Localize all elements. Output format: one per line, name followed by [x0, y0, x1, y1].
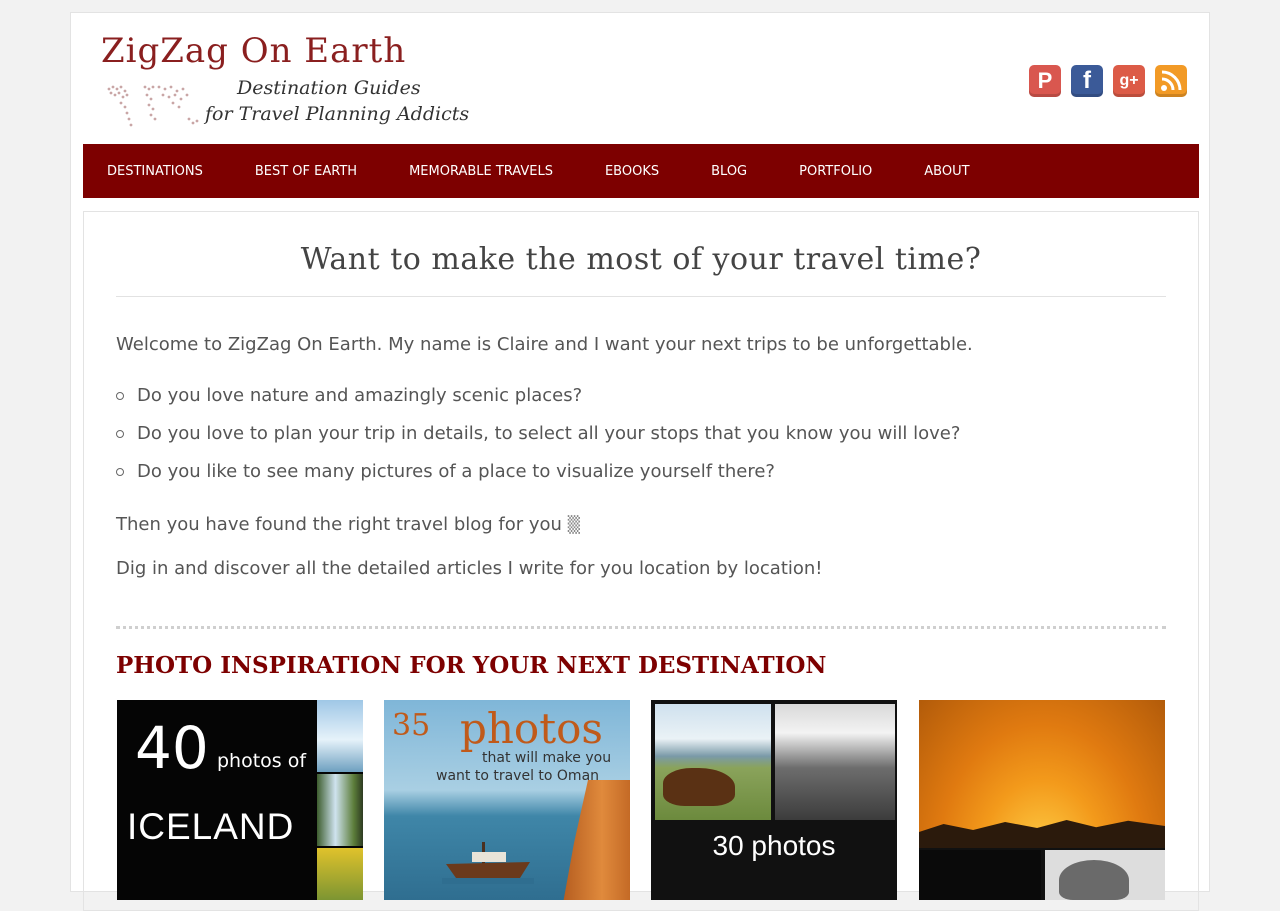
rss-glyph: [1161, 70, 1182, 91]
dark-panel: [919, 850, 1041, 900]
bullet-circle-icon: [116, 392, 124, 400]
thumb-caption: 30 photos: [712, 830, 836, 861]
site-logo[interactable]: ZigZag On Earth Destination Guides for T…: [99, 31, 469, 135]
site-tagline-line1: Destination Guides: [237, 77, 421, 99]
rss-icon[interactable]: [1155, 65, 1187, 97]
site-tagline-line2: for Travel Planning Addicts: [205, 103, 470, 125]
bullet-circle-icon: [116, 430, 124, 438]
thumb-subtitle-1: that will make you: [482, 750, 612, 766]
bullet-circle-icon: [116, 468, 124, 476]
iceberg-image: [317, 700, 363, 772]
pinterest-icon[interactable]: P: [1029, 65, 1061, 97]
list-item-text: Do you love to plan your trip in details…: [137, 423, 961, 444]
site-title: ZigZag On Earth: [101, 31, 407, 71]
thumbnail-sunset[interactable]: [919, 700, 1165, 900]
list-item: Do you like to see many pictures of a pl…: [116, 460, 960, 498]
closing-text-1: Then you have found the right travel blo…: [116, 514, 562, 535]
closing-paragraph-2: Dig in and discover all the detailed art…: [116, 558, 823, 579]
thumb-subtitle-2: want to travel to Oman: [436, 768, 600, 784]
elephant-shape: [1059, 860, 1129, 900]
intro-paragraph: Welcome to ZigZag On Earth. My name is C…: [116, 334, 973, 355]
boat-icon: [442, 842, 534, 884]
smiley-icon: ▒: [567, 515, 580, 534]
horse-image: [663, 768, 735, 806]
title-divider: [116, 296, 1166, 297]
section-title: PHOTO INSPIRATION FOR YOUR NEXT DESTINAT…: [116, 652, 827, 679]
thumbnail-oman[interactable]: 35 photos that will make you want to tra…: [384, 700, 630, 900]
nav-item-blog[interactable]: BLOG: [687, 164, 771, 179]
thumb-big-text: ICELAND: [127, 806, 295, 847]
thumb-number: 35: [392, 708, 431, 743]
thumbnail-iceland[interactable]: 40 photos of ICELAND: [117, 700, 363, 900]
nav-item-memorable-travels[interactable]: MEMORABLE TRAVELS: [385, 164, 577, 179]
nav-item-destinations[interactable]: DESTINATIONS: [83, 164, 227, 179]
list-item-text: Do you love nature and amazingly scenic …: [137, 385, 583, 406]
main-nav: DESTINATIONS BEST OF EARTH MEMORABLE TRA…: [83, 144, 1199, 198]
page-container: ZigZag On Earth Destination Guides for T…: [70, 12, 1210, 911]
thumbnail-mountains[interactable]: 30 photos: [651, 700, 897, 900]
closing-paragraph-1: Then you have found the right travel blo…: [116, 514, 580, 535]
nav-item-about[interactable]: ABOUT: [900, 164, 993, 179]
nav-item-portfolio[interactable]: PORTFOLIO: [775, 164, 896, 179]
page-title: Want to make the most of your travel tim…: [300, 242, 982, 277]
section-divider: [116, 626, 1166, 629]
landscape-image: [317, 848, 363, 900]
mountain-image: [775, 704, 895, 820]
rock-cliff-image: [560, 780, 630, 900]
thumb-small-text: photos of: [217, 750, 307, 772]
list-item: Do you love nature and amazingly scenic …: [116, 384, 960, 422]
google-plus-icon[interactable]: g+: [1113, 65, 1145, 97]
list-item-text: Do you like to see many pictures of a pl…: [137, 461, 775, 482]
social-icons: P f g+: [1029, 65, 1187, 97]
nav-item-ebooks[interactable]: EBOOKS: [581, 164, 683, 179]
thumb-word: photos: [460, 704, 603, 753]
waterfall-image: [317, 774, 363, 846]
list-item: Do you love to plan your trip in details…: [116, 422, 960, 460]
thumb-number: 40: [135, 714, 209, 782]
question-list: Do you love nature and amazingly scenic …: [116, 384, 960, 498]
main-content: Want to make the most of your travel tim…: [83, 211, 1199, 911]
facebook-icon[interactable]: f: [1071, 65, 1103, 97]
nav-item-best-of-earth[interactable]: BEST OF EARTH: [231, 164, 381, 179]
world-map-icon: [107, 85, 199, 127]
